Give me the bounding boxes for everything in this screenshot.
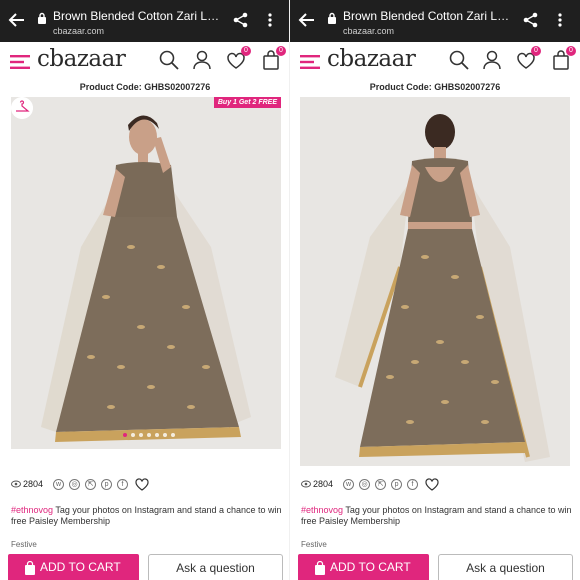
facebook-icon[interactable]: f bbox=[117, 478, 129, 490]
social-row: 2804 w ◎ ⇱ p f bbox=[301, 477, 439, 491]
share-icon[interactable] bbox=[522, 11, 540, 29]
bottom-action-bar: ADD TO CART Ask a question bbox=[0, 554, 289, 580]
lock-icon bbox=[38, 12, 46, 24]
product-code: Product Code: GHBS02007276 bbox=[369, 82, 501, 92]
pinterest-icon[interactable]: p bbox=[101, 478, 113, 490]
more-menu-icon[interactable] bbox=[266, 12, 274, 28]
ask-question-button[interactable]: Ask a question bbox=[148, 554, 283, 580]
hashtag-link[interactable]: #ethnovog bbox=[11, 505, 53, 515]
search-icon[interactable] bbox=[158, 49, 180, 71]
search-icon[interactable] bbox=[448, 49, 470, 71]
right-screenshot: Brown Blended Cotton Zari Lehenga Choli … bbox=[290, 0, 580, 580]
site-logo[interactable]: cbazaar bbox=[327, 46, 416, 72]
hamburger-menu-icon[interactable] bbox=[10, 55, 30, 69]
product-code: Product Code: GHBS02007276 bbox=[79, 82, 211, 92]
back-arrow-icon[interactable] bbox=[8, 11, 26, 29]
product-image-front[interactable]: Buy 1 Get 2 FREE bbox=[11, 97, 281, 449]
hamburger-menu-icon[interactable] bbox=[300, 55, 320, 69]
model-front-illustration bbox=[11, 97, 281, 449]
cart-button[interactable]: 0 bbox=[260, 46, 286, 71]
browser-url-bar: Brown Blended Cotton Zari Lehenga Choli … bbox=[290, 0, 580, 42]
back-arrow-icon[interactable] bbox=[298, 11, 316, 29]
view-count: 2804 bbox=[11, 479, 43, 489]
shopping-bag-icon bbox=[25, 561, 35, 575]
carousel-dot[interactable] bbox=[131, 433, 135, 437]
model-back-illustration bbox=[300, 97, 570, 466]
account-icon[interactable] bbox=[481, 49, 503, 71]
cart-count-badge: 0 bbox=[276, 46, 286, 56]
site-header: cbazaar 0 0 bbox=[0, 42, 289, 78]
view-count-value: 2804 bbox=[313, 479, 334, 489]
wishlist-count-badge: 0 bbox=[531, 46, 541, 56]
instagram-tagline: #ethnovog Tag your photos on Instagram a… bbox=[301, 505, 576, 527]
carousel-dot[interactable] bbox=[163, 433, 167, 437]
share-icon[interactable] bbox=[232, 11, 250, 29]
category-label: Festive bbox=[11, 540, 37, 549]
offer-tag: Buy 1 Get 2 FREE bbox=[213, 97, 281, 108]
carousel-dot[interactable] bbox=[139, 433, 143, 437]
wishlist-hanger-icon[interactable] bbox=[11, 97, 33, 119]
shopping-bag-icon bbox=[315, 561, 325, 575]
page-title: Brown Blended Cotton Zari Lehenga Choli bbox=[53, 9, 221, 23]
cart-count-badge: 0 bbox=[566, 46, 576, 56]
heart-icon[interactable] bbox=[135, 477, 149, 491]
category-label: Festive bbox=[301, 540, 327, 549]
whatsapp-icon[interactable]: w bbox=[53, 478, 65, 490]
instagram-tagline: #ethnovog Tag your photos on Instagram a… bbox=[11, 505, 286, 527]
account-icon[interactable] bbox=[191, 49, 213, 71]
add-to-cart-label: ADD TO CART bbox=[330, 560, 411, 574]
left-screenshot: Brown Blended Cotton Zari Lehenga Choli … bbox=[0, 0, 290, 580]
lock-icon bbox=[328, 12, 336, 24]
add-to-cart-button[interactable]: ADD TO CART bbox=[8, 554, 139, 580]
view-count-value: 2804 bbox=[23, 479, 44, 489]
eye-icon bbox=[301, 480, 311, 488]
ask-question-button[interactable]: Ask a question bbox=[438, 554, 573, 580]
page-title: Brown Blended Cotton Zari Lehenga Choli bbox=[343, 9, 511, 23]
share-icon[interactable]: ⇱ bbox=[375, 478, 387, 490]
carousel-dots[interactable] bbox=[123, 433, 175, 437]
facebook-icon[interactable]: f bbox=[407, 478, 419, 490]
carousel-dot[interactable] bbox=[147, 433, 151, 437]
whatsapp-icon[interactable]: w bbox=[343, 478, 355, 490]
pinterest-icon[interactable]: p bbox=[391, 478, 403, 490]
product-image-back[interactable] bbox=[300, 97, 570, 466]
social-row: 2804 w ◎ ⇱ p f bbox=[11, 477, 149, 491]
instagram-icon[interactable]: ◎ bbox=[359, 478, 371, 490]
instagram-icon[interactable]: ◎ bbox=[69, 478, 81, 490]
carousel-dot[interactable] bbox=[171, 433, 175, 437]
page-host: cbazaar.com bbox=[53, 26, 105, 36]
heart-icon[interactable] bbox=[425, 477, 439, 491]
carousel-dot[interactable] bbox=[123, 433, 127, 437]
share-icon[interactable]: ⇱ bbox=[85, 478, 97, 490]
add-to-cart-button[interactable]: ADD TO CART bbox=[298, 554, 429, 580]
browser-url-bar: Brown Blended Cotton Zari Lehenga Choli … bbox=[0, 0, 289, 42]
more-menu-icon[interactable] bbox=[556, 12, 564, 28]
site-header: cbazaar 0 0 bbox=[290, 42, 580, 78]
wishlist-button[interactable]: 0 bbox=[515, 46, 541, 71]
page-host: cbazaar.com bbox=[343, 26, 395, 36]
cart-button[interactable]: 0 bbox=[550, 46, 576, 71]
hashtag-link[interactable]: #ethnovog bbox=[301, 505, 343, 515]
add-to-cart-label: ADD TO CART bbox=[40, 560, 121, 574]
wishlist-button[interactable]: 0 bbox=[225, 46, 251, 71]
site-logo[interactable]: cbazaar bbox=[37, 46, 126, 72]
carousel-dot[interactable] bbox=[155, 433, 159, 437]
view-count: 2804 bbox=[301, 479, 333, 489]
bottom-action-bar: ADD TO CART Ask a question bbox=[290, 554, 580, 580]
wishlist-count-badge: 0 bbox=[241, 46, 251, 56]
eye-icon bbox=[11, 480, 21, 488]
